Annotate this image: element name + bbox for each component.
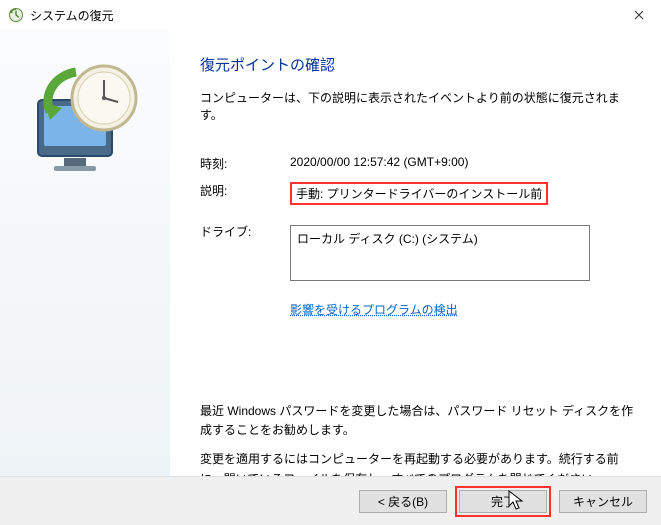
row-time: 時刻: 2020/00/00 12:57:42 (GMT+9:00)	[200, 155, 637, 172]
drive-label: ドライブ:	[200, 223, 290, 281]
restore-icon	[8, 7, 24, 23]
cancel-button[interactable]: キャンセル	[559, 490, 647, 513]
desc-label: 説明:	[200, 182, 290, 205]
row-description: 説明: 手動: プリンタードライバーのインストール前	[200, 182, 637, 205]
desc-value-wrap: 手動: プリンタードライバーのインストール前	[290, 182, 637, 205]
titlebar: システムの復元	[0, 0, 661, 30]
desc-value: 手動: プリンタードライバーのインストール前	[296, 187, 542, 201]
page-subline: コンピューターは、下の説明に表示されたイベントより前の状態に復元されます。	[200, 89, 637, 123]
time-value: 2020/00/00 12:57:42 (GMT+9:00)	[290, 155, 637, 172]
footer: < 戻る(B) 完了 キャンセル	[0, 476, 661, 525]
window-title: システムの復元	[30, 7, 114, 24]
close-button[interactable]	[616, 0, 661, 30]
time-label: 時刻:	[200, 155, 290, 172]
row-drive: ドライブ: ローカル ディスク (C:) (システム)	[200, 223, 637, 281]
finish-button[interactable]: 完了	[459, 490, 547, 513]
drive-value-wrap: ローカル ディスク (C:) (システム)	[290, 223, 637, 281]
scan-affected-link[interactable]: 影響を受けるプログラムの検出	[290, 301, 458, 318]
left-pane	[0, 30, 170, 476]
drives-listbox[interactable]: ローカル ディスク (C:) (システム)	[290, 225, 590, 281]
page-heading: 復元ポイントの確認	[200, 54, 637, 75]
back-button[interactable]: < 戻る(B)	[359, 490, 447, 513]
finish-highlight: 完了	[455, 486, 551, 517]
right-pane: 復元ポイントの確認 コンピューターは、下の説明に表示されたイベントより前の状態に…	[170, 30, 661, 476]
desc-value-highlight: 手動: プリンタードライバーのインストール前	[290, 182, 548, 205]
password-note: 最近 Windows パスワードを変更した場合は、パスワード リセット ディスク…	[200, 402, 637, 440]
content-area: 復元ポイントの確認 コンピューターは、下の説明に表示されたイベントより前の状態に…	[0, 30, 661, 476]
restore-artwork	[20, 58, 150, 178]
drive-value: ローカル ディスク (C:) (システム)	[297, 232, 478, 246]
